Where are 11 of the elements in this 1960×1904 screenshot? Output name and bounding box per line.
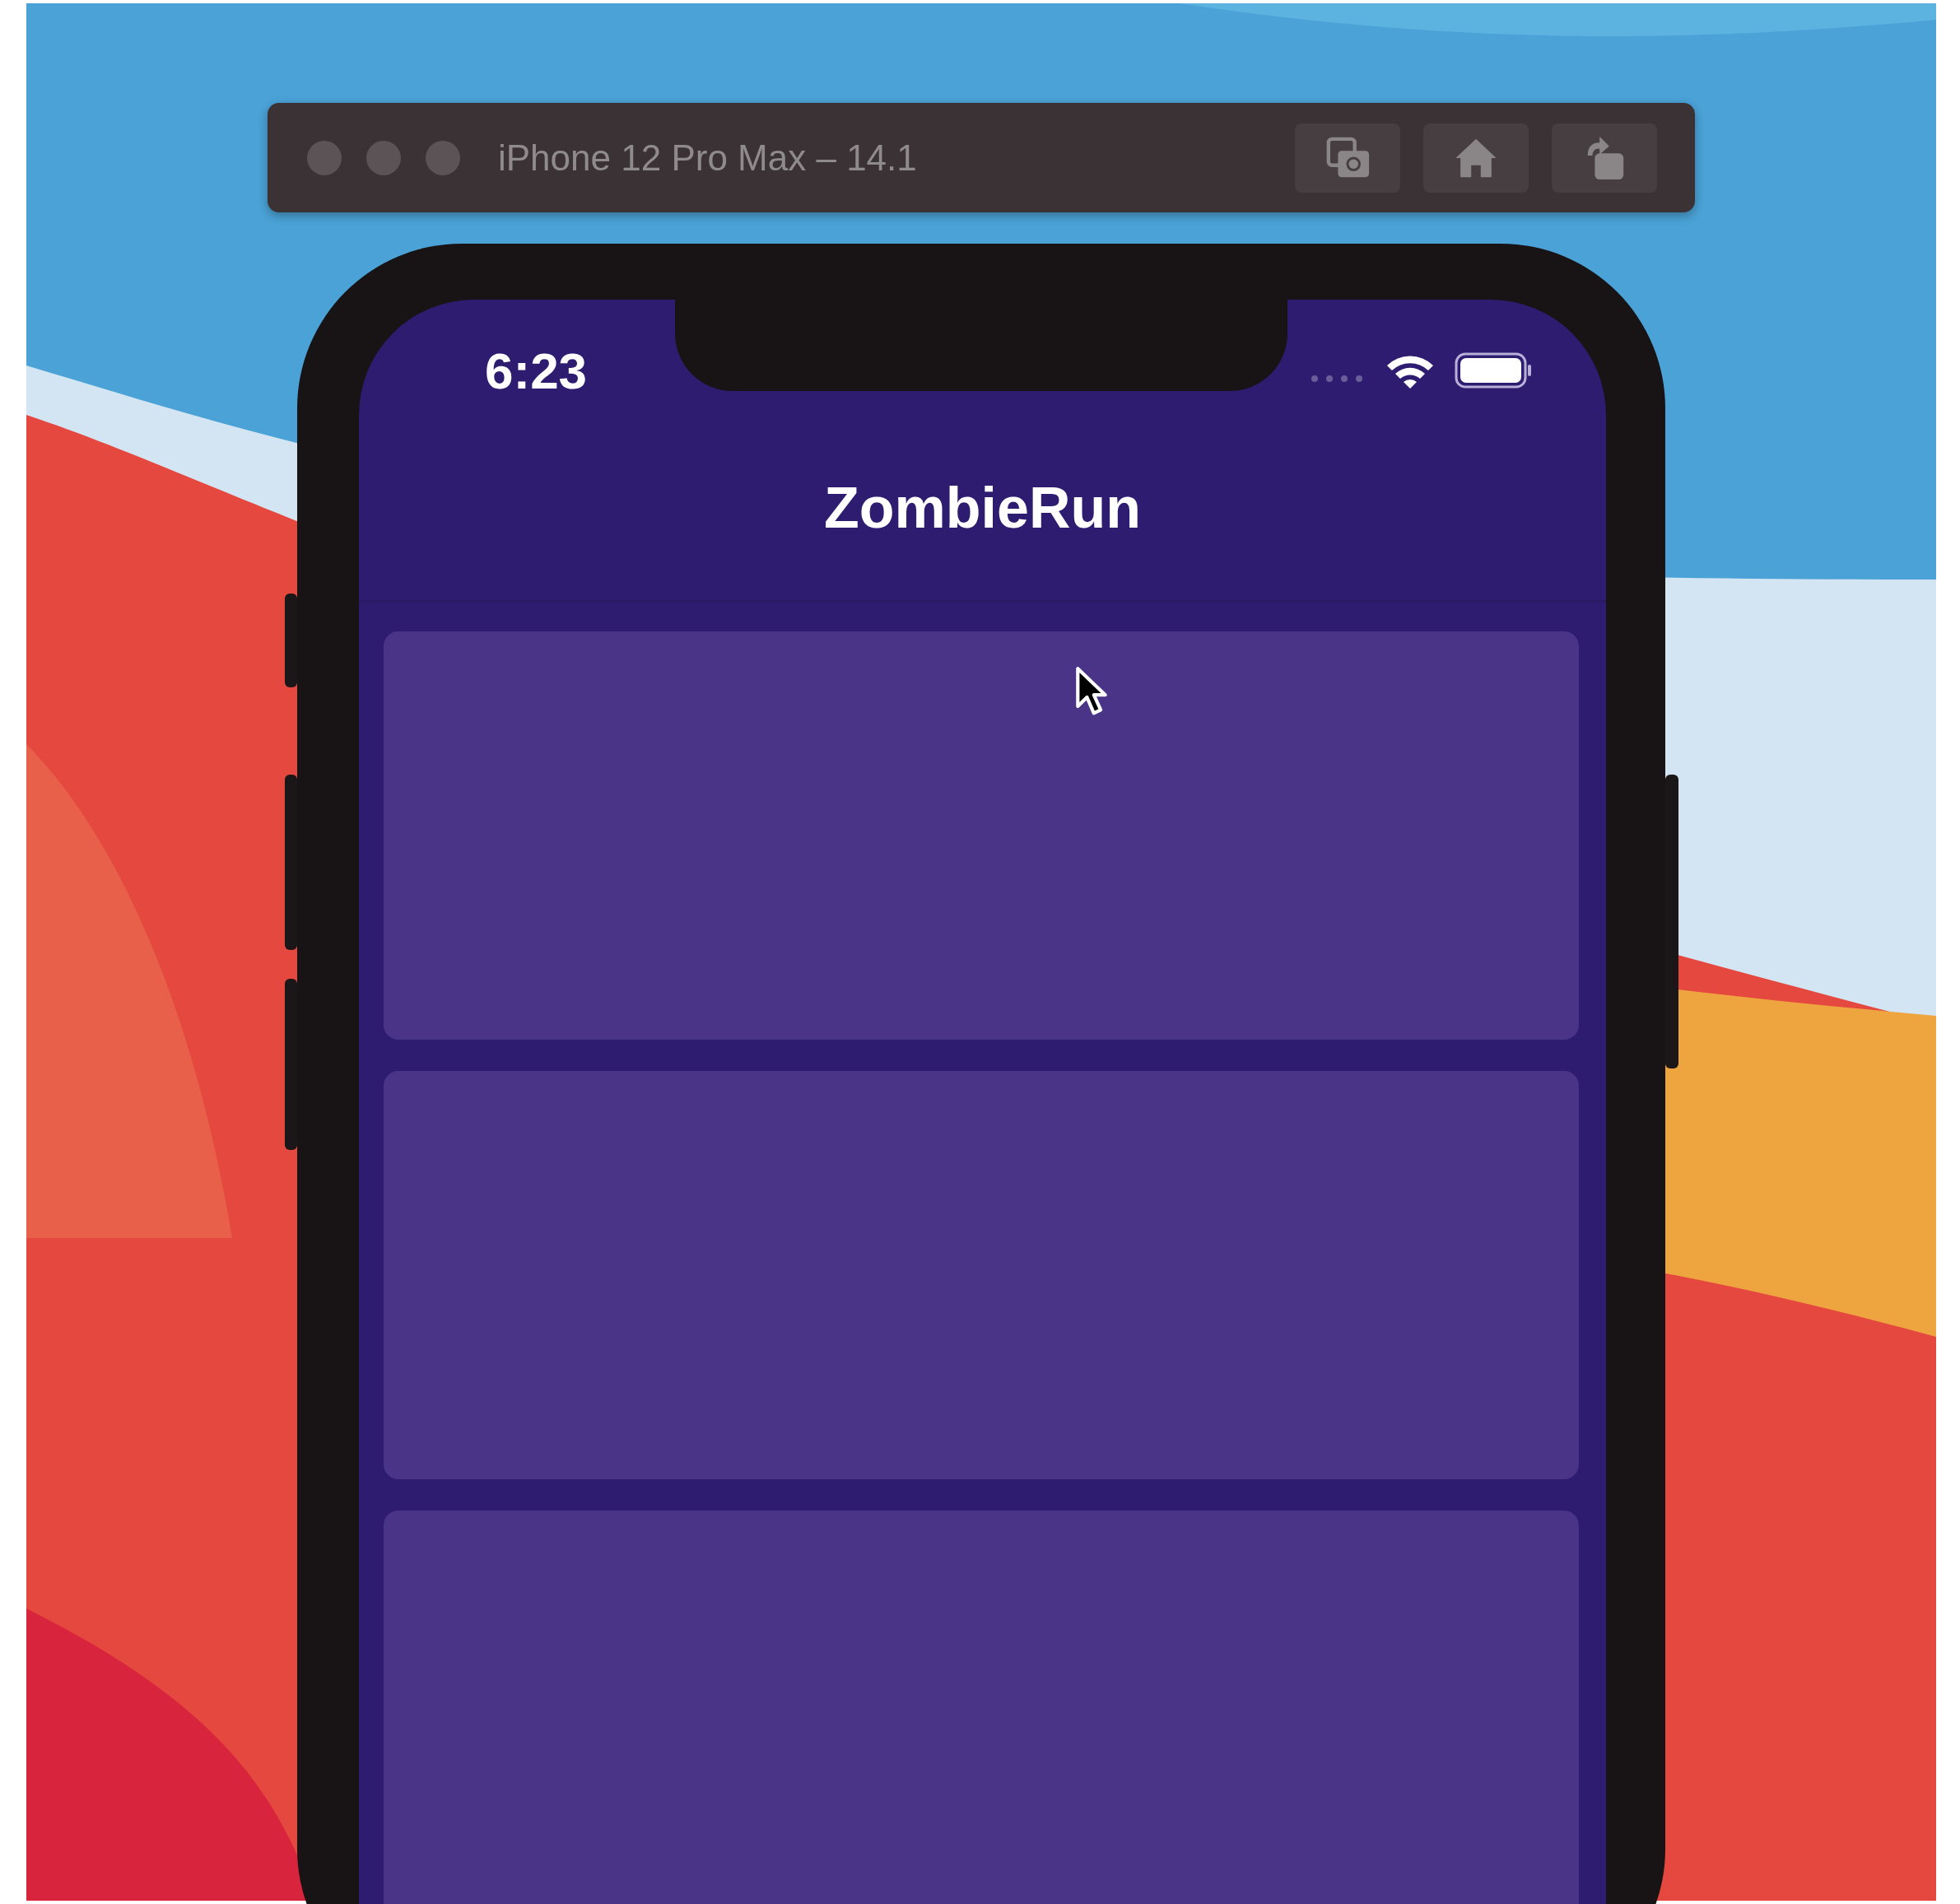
battery-icon (1455, 352, 1532, 389)
screenshot-button[interactable] (1295, 123, 1400, 193)
navigation-title: ZombieRun (824, 474, 1141, 541)
home-button[interactable] (1423, 123, 1529, 193)
window-control-button[interactable] (426, 140, 460, 175)
mouse-pointer-icon (1074, 665, 1109, 718)
window-control-button[interactable] (366, 140, 401, 175)
window-title: iPhone 12 Pro Max – 14.1 (498, 137, 917, 179)
rotate-button[interactable] (1552, 123, 1657, 193)
window-control-button[interactable] (307, 140, 342, 175)
status-time: 6:23 (485, 341, 588, 400)
